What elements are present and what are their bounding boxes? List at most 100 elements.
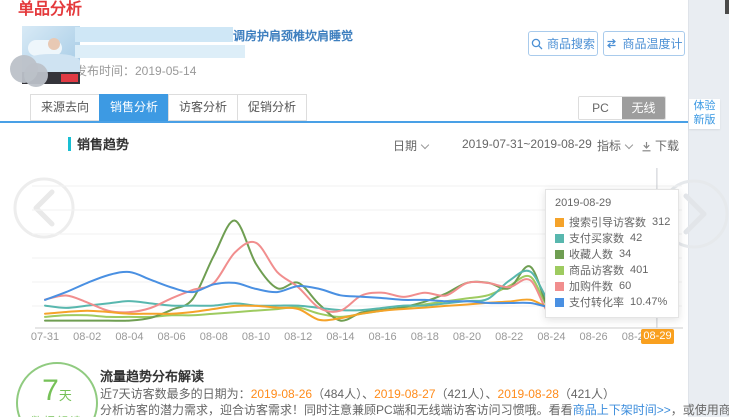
- insight-date: 2019-08-26: [251, 387, 312, 401]
- x-axis-label: 08-18: [404, 331, 446, 343]
- shelf-time-link[interactable]: 商品上下架时间>>: [573, 403, 671, 417]
- chevron-right-icon: [686, 196, 704, 232]
- insight-count: （484人）、: [312, 387, 374, 401]
- metric-dropdown[interactable]: 指标: [597, 137, 632, 154]
- tooltip-label: 支付转化率: [569, 294, 624, 310]
- tooltip-date: 2019-08-29: [555, 197, 669, 209]
- analysis-tabs: 来源去向 销售分析 访客分析 促销分析: [30, 94, 307, 121]
- insight-count: （421人）: [559, 387, 615, 401]
- tooltip-row: 支付转化率 10.47%: [555, 294, 669, 310]
- download-icon: [641, 141, 652, 152]
- product-image-detail: [48, 38, 60, 50]
- exchange-arrows-icon: [605, 38, 618, 49]
- try-new-version-line2: 新版: [689, 113, 720, 127]
- date-range-value[interactable]: 2019-07-31~2019-08-29: [462, 137, 592, 151]
- x-axis-highlight-badge: 08-29: [641, 329, 674, 344]
- tooltip-row: 收藏人数 34: [555, 246, 669, 262]
- x-axis-label: 08-22: [488, 331, 530, 343]
- insight-date: 2019-08-27: [374, 387, 435, 401]
- tooltip-row: 支付买家数 42: [555, 230, 669, 246]
- tooltip-row: 搜索引导访客数 312: [555, 214, 669, 230]
- x-axis-label: 08-04: [108, 331, 150, 343]
- x-axis-label: 08-20: [446, 331, 488, 343]
- tab-source-destination[interactable]: 来源去向: [30, 94, 100, 121]
- product-title[interactable]: 调房护肩颈椎坎肩睡觉: [233, 27, 353, 44]
- section-title: 销售趋势: [77, 134, 129, 153]
- product-thermometer-button[interactable]: 商品温度计: [603, 31, 685, 56]
- legend-color-swatch: [555, 234, 564, 243]
- section-accent-bar: [68, 137, 71, 151]
- x-axis-label: 08-06: [151, 331, 193, 343]
- single-product-analysis-page: 单品分析 调房护肩颈椎坎肩睡觉 发布时间：2019-05-14 商品搜索 商品温…: [0, 0, 729, 417]
- try-new-version-button[interactable]: 体验 新版: [689, 99, 720, 129]
- legend-color-swatch: [555, 282, 564, 291]
- tab-sales-analysis[interactable]: 销售分析: [99, 94, 169, 121]
- insight-date: 2019-08-28: [498, 387, 559, 401]
- chevron-down-icon: [421, 141, 429, 149]
- x-axis-label: 08-10: [235, 331, 277, 343]
- toggle-pc[interactable]: PC: [579, 97, 622, 119]
- toggle-wireless[interactable]: 无线: [622, 97, 665, 119]
- tooltip-label: 搜索引导访客数: [569, 214, 646, 230]
- download-label: 下载: [655, 139, 679, 153]
- x-axis-label: 08-02: [66, 331, 108, 343]
- tooltip-value: 34: [619, 248, 631, 260]
- x-axis-label: 08-12: [277, 331, 319, 343]
- tooltip-label: 加购件数: [569, 278, 613, 294]
- legend-color-swatch: [555, 266, 564, 275]
- badge-caption: 数据解读: [18, 413, 96, 417]
- carousel-left-circle: [15, 179, 73, 237]
- chart-tooltip: 2019-08-29 搜索引导访客数 312 支付买家数 42 收藏人数 34 商品访…: [545, 189, 679, 318]
- download-button[interactable]: 下载: [641, 137, 679, 154]
- tooltip-label: 支付买家数: [569, 230, 624, 246]
- date-dropdown-label: 日期: [393, 139, 417, 153]
- product-search-label: 商品搜索: [547, 35, 595, 52]
- date-dropdown[interactable]: 日期: [393, 137, 428, 154]
- legend-color-swatch: [555, 250, 564, 259]
- badge-number: 7: [42, 374, 59, 407]
- metric-dropdown-label: 指标: [597, 139, 621, 153]
- scrollbar-thumb[interactable]: [725, 0, 729, 14]
- redacted-title-block: [75, 45, 245, 58]
- search-icon: [531, 38, 543, 50]
- tooltip-row: 商品访客数 401: [555, 262, 669, 278]
- page-title: 单品分析: [18, 0, 82, 19]
- redacted-title-block: [75, 27, 233, 42]
- chevron-left-icon: [36, 192, 52, 224]
- seven-day-badge: 7天 数据解读: [16, 362, 98, 417]
- blurred-avatar: [24, 63, 48, 87]
- x-axis-label: 08-26: [573, 331, 615, 343]
- tooltip-row: 加购件数 60: [555, 278, 669, 294]
- tooltip-value: 10.47%: [630, 296, 667, 308]
- insight-title: 流量趋势分布解读: [100, 366, 204, 385]
- tooltip-value: 60: [619, 280, 631, 292]
- tabs-underline: [0, 121, 688, 123]
- x-axis-label: 08-08: [193, 331, 235, 343]
- product-search-button[interactable]: 商品搜索: [528, 31, 598, 56]
- publish-date: 发布时间：2019-05-14: [75, 62, 196, 79]
- insight-line2: 分析访客的潜力需求，迎合访客需求！同时注意兼顾PC端和无线端访客访问习惯哦。看看…: [100, 401, 729, 417]
- tooltip-value: 42: [630, 232, 642, 244]
- chevron-down-icon: [625, 141, 633, 149]
- insight-count: （421人）、: [436, 387, 498, 401]
- insight-line1: 近7天访客数最多的日期为：2019-08-26（484人）、2019-08-27…: [100, 385, 615, 402]
- tab-promotion-analysis[interactable]: 促销分析: [237, 94, 307, 121]
- tooltip-value: 401: [630, 264, 648, 276]
- tab-visitor-analysis[interactable]: 访客分析: [168, 94, 238, 121]
- legend-color-swatch: [555, 218, 564, 227]
- x-axis-label: 08-14: [319, 331, 361, 343]
- product-thermometer-label: 商品温度计: [622, 35, 682, 52]
- x-axis-label: 08-24: [530, 331, 572, 343]
- insight-line2-text: 分析访客的潜力需求，迎合访客需求！同时注意兼顾PC端和无线端访客访问习惯哦。看看: [100, 403, 573, 417]
- device-toggle: PC 无线: [578, 96, 666, 120]
- legend-color-swatch: [555, 298, 564, 307]
- product-image-badge: [61, 74, 78, 82]
- x-axis-label: 07-31: [24, 331, 66, 343]
- insight-line1-prefix: 近7天访客数最多的日期为：: [100, 387, 251, 401]
- insight-line2-text: ，或使用商品温度计诊断商品存在什么问题吧。: [671, 403, 729, 417]
- tooltip-label: 收藏人数: [569, 246, 613, 262]
- tooltip-label: 商品访客数: [569, 262, 624, 278]
- x-axis-label: 08-16: [362, 331, 404, 343]
- badge-unit: 天: [59, 388, 72, 403]
- tooltip-value: 312: [652, 216, 670, 228]
